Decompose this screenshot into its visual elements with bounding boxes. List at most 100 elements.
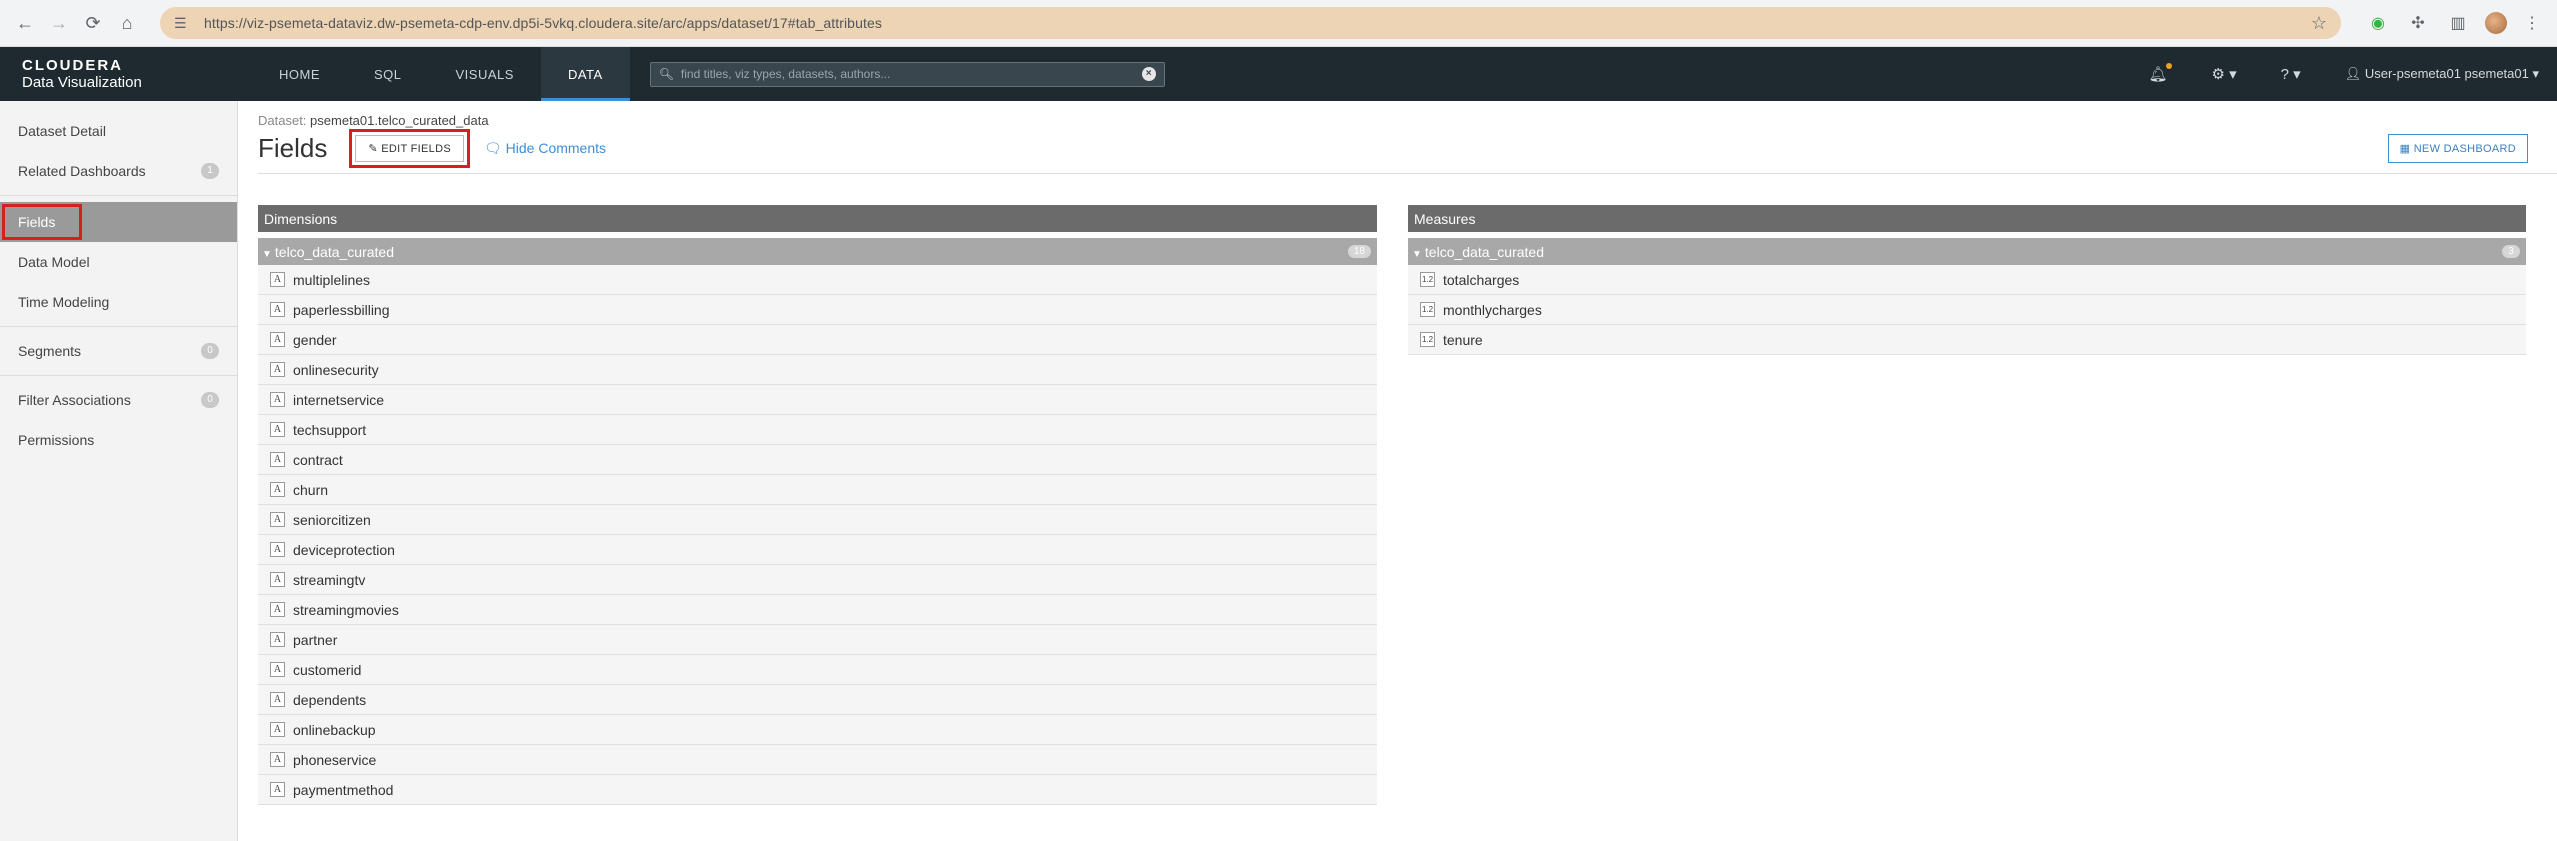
field-count-badge: 18 xyxy=(1347,245,1371,258)
dataset-name: psemeta01.telco_curated_data xyxy=(310,113,489,128)
string-type-icon: A xyxy=(270,512,285,527)
string-type-icon: A xyxy=(270,752,285,767)
field-row[interactable]: Acustomerid xyxy=(258,655,1377,685)
field-row[interactable]: Amultiplelines xyxy=(258,265,1377,295)
notification-dot xyxy=(2165,63,2172,69)
site-settings-icon[interactable]: ☰ xyxy=(174,15,192,32)
clear-search-icon[interactable]: × xyxy=(1141,67,1156,81)
sidebar-item-segments[interactable]: Segments 0 xyxy=(0,331,237,371)
field-row[interactable]: 1.2 monthlycharges xyxy=(1408,295,2526,325)
search-input[interactable] xyxy=(680,67,1142,81)
field-row[interactable]: Aseniorcitizen xyxy=(258,505,1377,535)
nav-visuals[interactable]: VISUALS xyxy=(429,47,541,101)
field-name: internetservice xyxy=(293,391,385,408)
highlight-box xyxy=(2,204,82,240)
field-row[interactable]: Apaymentmethod xyxy=(258,775,1377,805)
divider xyxy=(0,195,237,196)
field-row[interactable]: Achurn xyxy=(258,475,1377,505)
string-type-icon: A xyxy=(270,572,285,587)
field-name: techsupport xyxy=(293,421,367,438)
edit-fields-button[interactable]: ✎ EDIT FIELDS xyxy=(355,135,464,162)
field-row[interactable]: Adeviceprotection xyxy=(258,535,1377,565)
new-dashboard-button[interactable]: ▦ NEW DASHBOARD xyxy=(2387,134,2528,163)
settings-gear-icon[interactable]: ⚙ ▾ xyxy=(2190,65,2259,83)
field-row[interactable]: Aonlinebackup xyxy=(258,715,1377,745)
sidebar-item-time-modeling[interactable]: Time Modeling xyxy=(0,282,237,322)
dataset-sidebar: Dataset Detail Related Dashboards 1 Fiel… xyxy=(0,101,238,841)
measures-panel: Measures ▼ telco_data_curated 3 1.2 totalc… xyxy=(1408,205,2526,805)
user-menu[interactable]: 👤︎ User-psemeta01 psemeta01 ▾ xyxy=(2323,66,2557,82)
field-name: monthlycharges xyxy=(1443,301,1542,318)
field-row[interactable]: Astreamingmovies xyxy=(258,595,1377,625)
field-row[interactable]: Ainternetservice xyxy=(258,385,1377,415)
field-row[interactable]: Apartner xyxy=(258,625,1377,655)
field-name: onlinesecurity xyxy=(293,361,379,378)
field-row[interactable]: Apaperlessbilling xyxy=(258,295,1377,325)
forward-icon[interactable]: → xyxy=(44,8,74,38)
bookmark-star-icon[interactable]: ☆ xyxy=(2311,13,2327,34)
field-row[interactable]: 1.2 totalcharges xyxy=(1408,265,2526,295)
sidebar-item-label: Filter Associations xyxy=(18,392,131,408)
url-text[interactable]: https://viz-psemeta-dataviz.dw-psemeta-c… xyxy=(204,15,2311,31)
sidebar-item-dataset-detail[interactable]: Dataset Detail xyxy=(0,111,237,151)
sidebar-item-label: Segments xyxy=(18,343,82,359)
extensions-puzzle-icon[interactable]: ✣ xyxy=(2403,8,2433,38)
sidebar-item-related-dashboards[interactable]: Related Dashboards 1 xyxy=(0,151,237,191)
field-row[interactable]: Acontract xyxy=(258,445,1377,475)
sidebar-item-filter-associations[interactable]: Filter Associations 0 xyxy=(0,380,237,420)
main-content: Dataset: psemeta01.telco_curated_data Fi… xyxy=(238,101,2557,841)
sidebar-item-label: Dataset Detail xyxy=(18,123,106,139)
dimensions-header: Dimensions xyxy=(258,205,1377,232)
caret-down-icon: ▼ xyxy=(262,248,272,260)
measure-field-list: 1.2 totalcharges 1.2 monthlycharges 1.2 tenur… xyxy=(1408,265,2526,355)
side-panel-icon[interactable]: ▥ xyxy=(2443,8,2473,38)
cloudera-logo[interactable]: CLOUDERA Data Visualization xyxy=(0,57,240,92)
field-name: deviceprotection xyxy=(293,541,395,558)
home-icon[interactable]: ⌂ xyxy=(112,8,142,38)
search-icon: 🔍︎ xyxy=(658,67,674,81)
help-icon[interactable]: ? ▾ xyxy=(2259,65,2323,83)
title-row: Fields ✎ EDIT FIELDS 🗨︎ Hide Comments ▦ … xyxy=(258,129,2557,174)
nav-sql[interactable]: SQL xyxy=(347,47,429,101)
field-row[interactable]: Adependents xyxy=(258,685,1377,715)
measures-table-group[interactable]: ▼ telco_data_curated 3 xyxy=(1408,238,2526,265)
field-name: churn xyxy=(293,481,329,498)
sidebar-item-permissions[interactable]: Permissions xyxy=(0,420,237,460)
dimension-field-list: Amultiplelines Apaperlessbilling Agender Ao… xyxy=(258,265,1377,805)
string-type-icon: A xyxy=(270,692,285,707)
field-row[interactable]: Agender xyxy=(258,325,1377,355)
field-name: onlinebackup xyxy=(293,721,376,738)
field-row[interactable]: 1.2 tenure xyxy=(1408,325,2526,355)
app-header: CLOUDERA Data Visualization HOME SQL VIS… xyxy=(0,47,2557,101)
field-row[interactable]: Astreamingtv xyxy=(258,565,1377,595)
nav-data[interactable]: DATA xyxy=(540,47,630,101)
sidebar-item-fields[interactable]: Fields xyxy=(0,202,237,242)
numeric-type-icon: 1.2 xyxy=(1420,332,1435,347)
back-icon[interactable]: ← xyxy=(10,8,40,38)
field-name: streamingmovies xyxy=(293,601,399,618)
edit-fields-label: EDIT FIELDS xyxy=(381,143,451,155)
breadcrumb: Dataset: psemeta01.telco_curated_data xyxy=(258,113,2557,128)
hide-comments-label: Hide Comments xyxy=(505,140,607,156)
reload-icon[interactable]: ⟳ xyxy=(78,8,108,38)
logo-subtitle: Data Visualization xyxy=(22,73,142,91)
field-name: contract xyxy=(293,451,343,468)
page-title: Fields xyxy=(258,133,328,163)
field-row[interactable]: Atechsupport xyxy=(258,415,1377,445)
string-type-icon: A xyxy=(270,632,285,647)
browser-menu-icon[interactable]: ⋮ xyxy=(2517,8,2547,38)
sidebar-item-data-model[interactable]: Data Model xyxy=(0,242,237,282)
field-row[interactable]: Aonlinesecurity xyxy=(258,355,1377,385)
field-row[interactable]: Aphoneservice xyxy=(258,745,1377,775)
string-type-icon: A xyxy=(270,422,285,437)
hide-comments-link[interactable]: 🗨︎ Hide Comments xyxy=(484,140,606,157)
string-type-icon: A xyxy=(270,782,285,797)
nav-home[interactable]: HOME xyxy=(252,47,347,101)
notifications-bell-icon[interactable]: 🔔︎ xyxy=(2126,63,2189,83)
address-bar[interactable]: ☰ https://viz-psemeta-dataviz.dw-psemeta… xyxy=(160,7,2341,39)
extension-eye-icon[interactable]: ◉ xyxy=(2363,8,2393,38)
sidebar-item-label: Related Dashboards xyxy=(18,163,146,179)
dimensions-table-group[interactable]: ▼ telco_data_curated 18 xyxy=(258,238,1377,265)
profile-avatar[interactable] xyxy=(2485,12,2507,34)
string-type-icon: A xyxy=(270,452,285,467)
